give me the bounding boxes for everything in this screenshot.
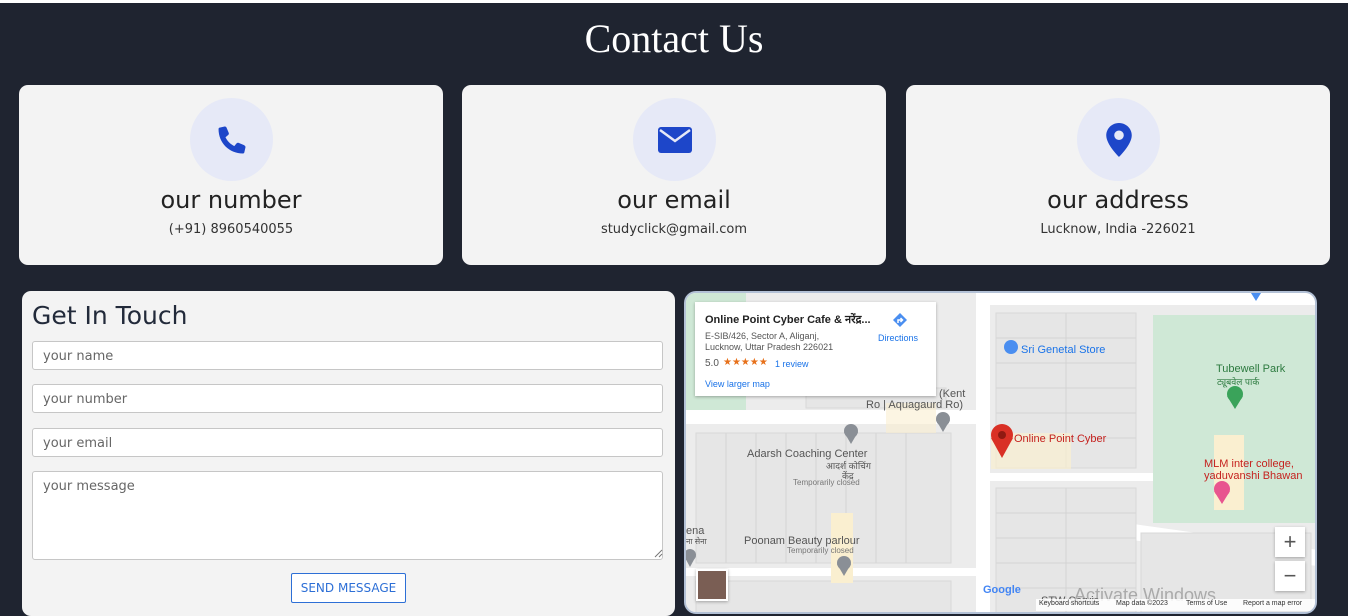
send-message-button[interactable]: SEND MESSAGE bbox=[291, 573, 406, 603]
directions-link[interactable]: Directions bbox=[878, 333, 918, 343]
embedded-map[interactable]: Online Point Cyber Cafe & नरेंद्र... E-S… bbox=[684, 291, 1317, 614]
google-logo: Google bbox=[983, 584, 1021, 596]
reviews-link[interactable]: 1 review bbox=[775, 359, 809, 369]
contact-card-address: our address Lucknow, India -226021 bbox=[906, 85, 1330, 265]
map-pin-icon bbox=[1077, 98, 1160, 181]
message-textarea[interactable]: your message bbox=[32, 471, 663, 560]
map-label-poonam-closed: Temporarily closed bbox=[787, 546, 854, 555]
map-label-adarsh-closed: Temporarily closed bbox=[793, 478, 860, 487]
form-title: Get In Touch bbox=[32, 301, 188, 330]
directions-icon[interactable] bbox=[892, 312, 908, 328]
map-label-mlm2: yaduvanshi Bhawan bbox=[1204, 470, 1303, 482]
map-data-text: Map data ©2023 bbox=[1116, 600, 1168, 607]
map-footer: Keyboard shortcuts Map data ©2023 Terms … bbox=[1036, 599, 1315, 611]
rating-stars-icon: ★★★★★ bbox=[723, 357, 768, 368]
place-name: Online Point Cyber Cafe & नरेंद्र... bbox=[705, 314, 871, 326]
zoom-in-button[interactable]: + bbox=[1275, 527, 1305, 557]
envelope-icon bbox=[633, 98, 716, 181]
place-address-line2: Lucknow, Uttar Pradesh 226021 bbox=[705, 342, 834, 352]
view-larger-map-link[interactable]: View larger map bbox=[705, 379, 770, 389]
contact-card-number: our number (+91) 8960540055 bbox=[19, 85, 443, 265]
card-title: our number bbox=[160, 186, 302, 214]
zoom-out-button[interactable]: − bbox=[1275, 561, 1305, 591]
place-info-window: Online Point Cyber Cafe & नरेंद्र... E-S… bbox=[695, 302, 936, 396]
keyboard-shortcuts-link[interactable]: Keyboard shortcuts bbox=[1039, 600, 1099, 607]
map-label-tubewell-hi: ट्यूबवेल पार्क bbox=[1217, 377, 1260, 387]
contact-page: Contact Us our number (+91) 8960540055 o… bbox=[0, 3, 1348, 616]
resize-handle-icon[interactable] bbox=[654, 549, 663, 558]
card-title: our address bbox=[1047, 186, 1189, 214]
email-input[interactable]: your email bbox=[32, 428, 663, 457]
place-rating: 5.0 bbox=[705, 358, 719, 369]
terms-link[interactable]: Terms of Use bbox=[1186, 600, 1227, 607]
contact-card-email: our email studyclick@gmail.com bbox=[462, 85, 886, 265]
map-label-mlm1: MLM inter college, bbox=[1204, 458, 1294, 470]
card-title: our email bbox=[617, 186, 731, 214]
place-address-line1: E-SIB/426, Sector A, Aliganj, bbox=[705, 331, 820, 341]
satellite-toggle[interactable] bbox=[696, 569, 728, 601]
map-label-cyber: Online Point Cyber bbox=[1014, 433, 1107, 445]
phone-icon bbox=[190, 98, 273, 181]
map-label-sri: Sri Genetal Store bbox=[1021, 344, 1106, 356]
contact-form: Get In Touch your name your number your … bbox=[22, 291, 675, 616]
name-input[interactable]: your name bbox=[32, 341, 663, 370]
number-input[interactable]: your number bbox=[32, 384, 663, 413]
email-address: studyclick@gmail.com bbox=[600, 222, 748, 237]
postal-address: Lucknow, India -226021 bbox=[1040, 222, 1196, 237]
map-label-ena-hi: ना सेना bbox=[686, 537, 707, 546]
map-label-tubewell: Tubewell Park bbox=[1216, 363, 1286, 375]
map-label-kent-ro: Ro | Aquagaurd Ro) bbox=[866, 399, 964, 411]
phone-number: (+91) 8960540055 bbox=[168, 222, 294, 237]
report-error-link[interactable]: Report a map error bbox=[1243, 600, 1302, 607]
page-title: Contact Us bbox=[584, 16, 764, 61]
